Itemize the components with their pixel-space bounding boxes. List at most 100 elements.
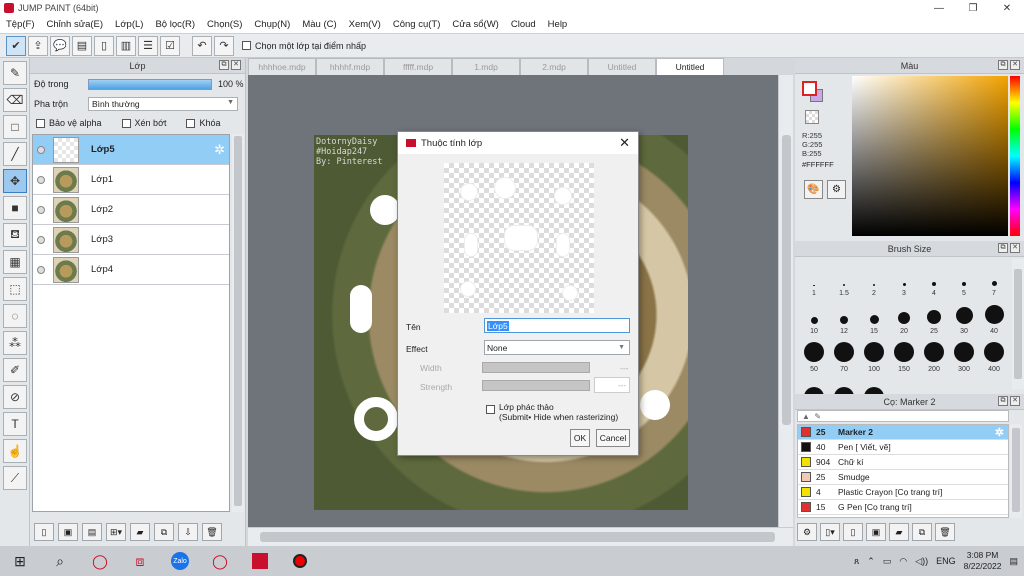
delete-brush-icon[interactable]: 🗑: [935, 523, 955, 541]
panel-close-icon[interactable]: ✕: [231, 60, 241, 70]
rect-select-tool-icon[interactable]: ⬚: [3, 277, 27, 301]
language-indicator[interactable]: ENG: [936, 556, 956, 566]
speech-bubble-icon[interactable]: 💬: [50, 35, 70, 56]
brush-size-option[interactable]: 100: [859, 337, 889, 375]
notification-icon[interactable]: ▤: [1009, 556, 1018, 567]
brush-item[interactable]: 904 Chữ kí: [798, 455, 1008, 470]
doc-tab-active[interactable]: Untitled: [656, 58, 724, 75]
menu-help[interactable]: Help: [542, 19, 574, 30]
layer-row[interactable]: Lớp2: [33, 195, 229, 225]
layer-name-input[interactable]: Lớp5: [484, 318, 630, 333]
folder-icon[interactable]: ▰: [130, 523, 150, 541]
new-8bit-layer-icon[interactable]: ▤: [82, 523, 102, 541]
opacity-slider[interactable]: [88, 78, 212, 90]
battery-icon[interactable]: ▭: [883, 556, 892, 567]
record-icon[interactable]: [280, 546, 320, 576]
select-layer-checkbox[interactable]: [242, 41, 251, 50]
doc-tab[interactable]: hhhhf.mdp: [316, 58, 384, 75]
clipping-option[interactable]: Xén bớt: [121, 118, 166, 128]
brush-size-option[interactable]: 20: [889, 299, 919, 337]
hue-slider[interactable]: [1010, 76, 1020, 236]
add-brush-icon[interactable]: ▯▾: [820, 523, 840, 541]
line-tool-icon[interactable]: ╱: [3, 142, 27, 166]
visibility-icon[interactable]: [37, 265, 45, 274]
duplicate-layer-icon[interactable]: ⧉: [154, 523, 174, 541]
arrow-up-icon[interactable]: ▲: [802, 412, 810, 421]
saturation-value-picker[interactable]: [852, 76, 1008, 236]
brush-size-option[interactable]: 15: [859, 299, 889, 337]
brush-settings-icon[interactable]: ⚙: [797, 523, 817, 541]
canvas-vertical-scrollbar[interactable]: [778, 75, 793, 527]
doc-tab[interactable]: hhhhoe.mdp: [248, 58, 316, 75]
visibility-icon[interactable]: [37, 175, 45, 184]
ok-button[interactable]: OK: [570, 429, 590, 447]
doc-tab[interactable]: 1.mdp: [452, 58, 520, 75]
magic-wand-tool-icon[interactable]: ⁂: [3, 331, 27, 355]
brush-size-option[interactable]: 200: [919, 337, 949, 375]
doc-tab[interactable]: 2.mdp: [520, 58, 588, 75]
redo-icon[interactable]: ↷: [214, 35, 234, 56]
brush-list-scrollbar[interactable]: [1010, 424, 1022, 518]
brush-size-option[interactable]: 7: [979, 261, 1009, 299]
brush-size-option[interactable]: 300: [949, 337, 979, 375]
search-icon[interactable]: ⌕: [40, 546, 80, 576]
pages-icon[interactable]: ▥: [116, 35, 136, 56]
layer-row[interactable]: Lớp4: [33, 255, 229, 285]
import-brush-icon[interactable]: ▣: [866, 523, 886, 541]
shape-tool-icon[interactable]: □: [3, 115, 27, 139]
zalo-icon[interactable]: Zalo: [160, 546, 200, 576]
pen-icon[interactable]: ✎: [814, 412, 821, 421]
clipping-checkbox[interactable]: [121, 118, 131, 128]
draft-layer-checkbox[interactable]: [486, 405, 495, 414]
gear-icon[interactable]: ✲: [995, 426, 1004, 439]
panel-close-icon[interactable]: ✕: [1010, 60, 1020, 70]
menu-file[interactable]: Tệp(F): [0, 19, 41, 30]
brush-size-option[interactable]: 5: [949, 261, 979, 299]
menu-layer[interactable]: Lớp(L): [109, 19, 149, 30]
brush-size-option[interactable]: 25: [919, 299, 949, 337]
fill-rect-tool-icon[interactable]: ■: [3, 196, 27, 220]
close-window-button[interactable]: ✕: [990, 0, 1024, 16]
visibility-icon[interactable]: [37, 145, 45, 154]
list-icon[interactable]: ☰: [138, 35, 158, 56]
brush-item[interactable]: 15 G Pen [Cọ trang trí]: [798, 500, 1008, 515]
brush-size-option[interactable]: 30: [949, 299, 979, 337]
menu-snap[interactable]: Chụp(N): [248, 19, 296, 30]
visibility-icon[interactable]: [37, 205, 45, 214]
brush-size-option[interactable]: 2: [859, 261, 889, 299]
maximize-button[interactable]: ❐: [956, 0, 990, 16]
pen-tool-icon[interactable]: ✎: [3, 61, 27, 85]
layer-row[interactable]: Lớp3: [33, 225, 229, 255]
gradient-tool-icon[interactable]: ▦: [3, 250, 27, 274]
brush-item[interactable]: 25 Marker 2 ✲: [798, 425, 1008, 440]
doc-tab[interactable]: Untitled: [588, 58, 656, 75]
protect-alpha-checkbox[interactable]: [36, 118, 45, 128]
lock-checkbox[interactable]: [186, 118, 196, 128]
close-icon[interactable]: ✕: [619, 135, 630, 151]
brush-size-option[interactable]: 1.5: [829, 261, 859, 299]
select-eraser-tool-icon[interactable]: ⊘: [3, 385, 27, 409]
text-tool-icon[interactable]: T: [3, 412, 27, 436]
menu-edit[interactable]: Chỉnh sửa(E): [41, 19, 110, 30]
duplicate-brush-icon[interactable]: ⧉: [912, 523, 932, 541]
check-mode-icon[interactable]: ✔: [6, 35, 26, 56]
palette-icon[interactable]: 🎨: [804, 180, 823, 199]
menu-tools[interactable]: Công cụ(T): [387, 19, 447, 30]
minimize-button[interactable]: —: [922, 0, 956, 16]
menu-color[interactable]: Màu (C): [296, 19, 342, 30]
move-tool-icon[interactable]: ✥: [3, 169, 27, 193]
protect-alpha-option[interactable]: Bảo vệ alpha: [36, 118, 102, 128]
windows-start-icon[interactable]: ⊞: [0, 546, 40, 576]
panel-float-icon[interactable]: ⧉: [998, 243, 1008, 253]
panel-float-icon[interactable]: ⧉: [998, 396, 1008, 406]
brush-size-option[interactable]: 40: [979, 299, 1009, 337]
lasso-tool-icon[interactable]: ◌: [3, 304, 27, 328]
clock[interactable]: 3:08 PM 8/22/2022: [964, 550, 1002, 572]
page-icon[interactable]: ▯: [94, 35, 114, 56]
menu-view[interactable]: Xem(V): [343, 19, 387, 30]
layer-list-scrollbar[interactable]: [232, 134, 244, 512]
brush-size-option[interactable]: 400: [979, 337, 1009, 375]
brush-item[interactable]: 40 Pen [ Viết, vẽ]: [798, 440, 1008, 455]
panel-float-icon[interactable]: ⧉: [998, 60, 1008, 70]
new-brush-icon[interactable]: ▯: [843, 523, 863, 541]
